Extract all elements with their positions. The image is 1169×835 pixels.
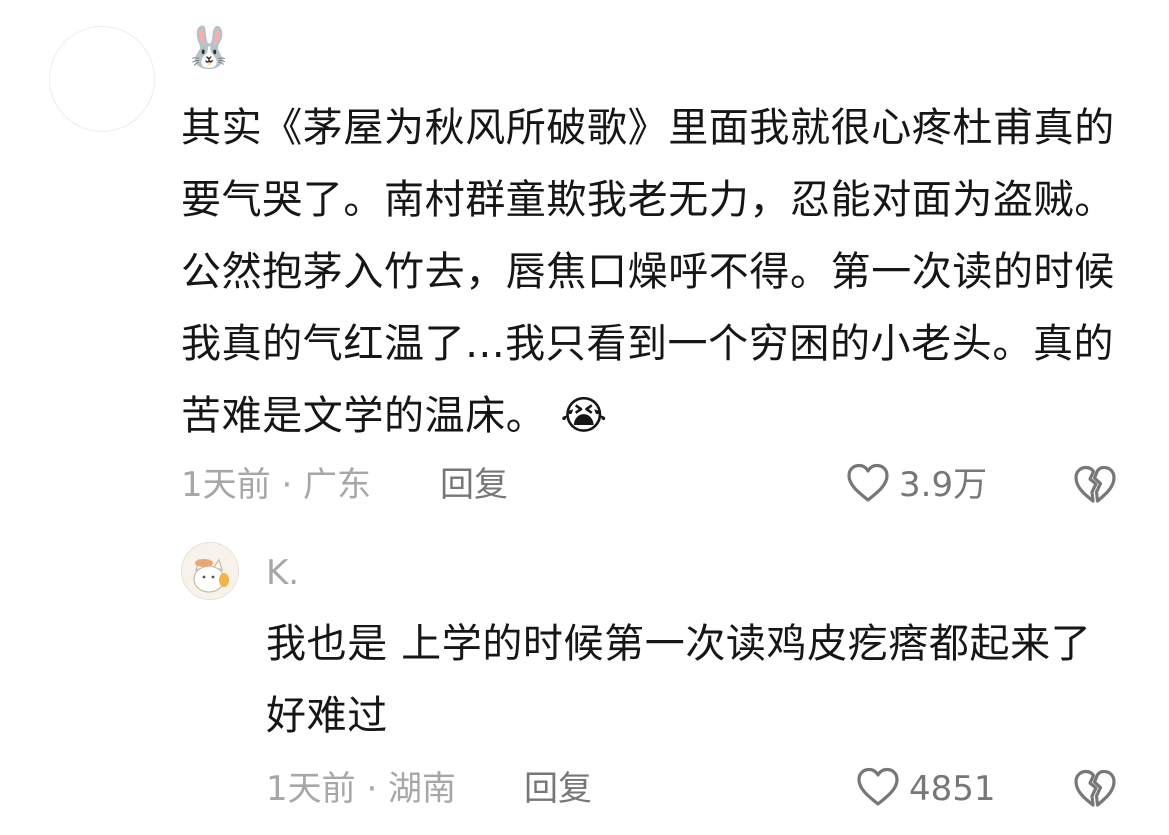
reply-like-count: 4851	[909, 769, 996, 809]
cat-avatar-icon	[182, 543, 238, 599]
reply-username[interactable]: K.	[266, 549, 299, 597]
reply-like-button[interactable]: 4851	[855, 765, 996, 813]
comment-body: 其实《茅屋为秋风所破歌》里面我就很心疼杜甫真的要气哭了。南村群童欺我老无力，忍能…	[181, 105, 1115, 439]
avatar[interactable]	[49, 26, 155, 132]
username-emoji[interactable]: 🐰	[184, 20, 234, 76]
reply-time-location: 1天前 · 湖南	[266, 769, 457, 809]
heart-outline-icon	[845, 461, 891, 509]
reply-reply-button[interactable]: 回复	[524, 765, 592, 813]
broken-heart-icon[interactable]	[1072, 463, 1118, 511]
comment-text: 其实《茅屋为秋风所破歌》里面我就很心疼杜甫真的要气哭了。南村群童欺我老无力，忍能…	[181, 92, 1126, 452]
comment-time-location: 1天前 · 广东	[181, 465, 372, 505]
reply-text: 我也是 上学的时候第一次读鸡皮疙瘩都起来了 好难过	[266, 621, 1092, 739]
broken-heart-icon[interactable]	[1072, 767, 1118, 815]
like-button[interactable]: 3.9万	[845, 461, 987, 509]
reply-button[interactable]: 回复	[440, 461, 508, 509]
reply-avatar[interactable]	[181, 542, 239, 600]
like-count: 3.9万	[899, 465, 988, 505]
crying-emoji: 😭	[560, 393, 608, 439]
heart-outline-icon	[855, 765, 901, 813]
